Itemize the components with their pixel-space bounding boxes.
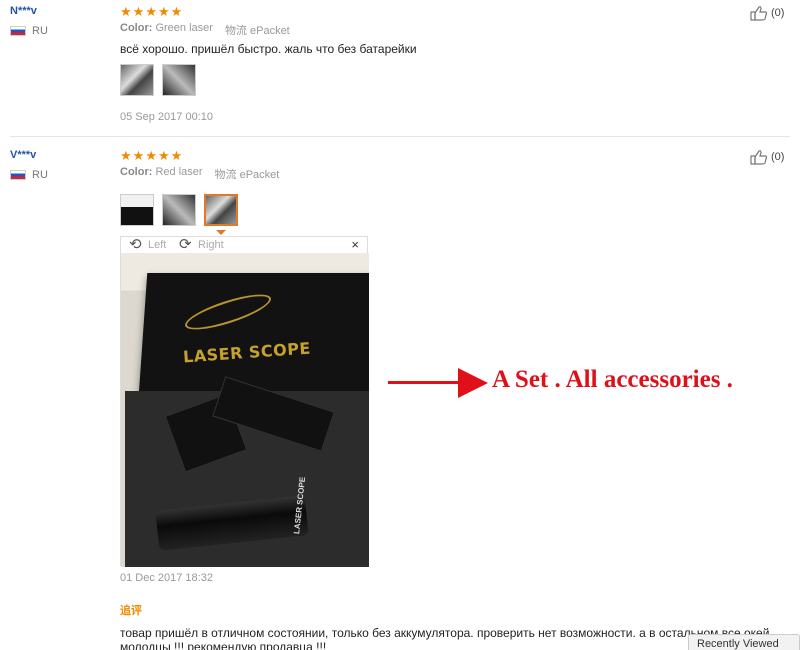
helpful-button[interactable]: (0) xyxy=(750,149,784,165)
order-info: Color: Green laser 物流 ePacket xyxy=(120,22,290,38)
rotate-right-button[interactable]: ⟳ Right xyxy=(179,237,224,253)
color-value: Red laser xyxy=(155,166,203,178)
rating-stars: ★ ★ ★ ★ ★ xyxy=(120,149,182,162)
country-code: RU xyxy=(32,169,48,181)
reviewer-name[interactable]: N***v xyxy=(10,5,37,17)
helpful-count: (0) xyxy=(771,151,785,163)
color-value: Green laser xyxy=(155,22,213,34)
rotate-left-icon: ⟲ xyxy=(129,236,142,253)
star-icon: ★ xyxy=(157,4,170,19)
close-icon[interactable]: × xyxy=(351,237,359,252)
annotation-text: A Set . All accessories . xyxy=(492,366,733,393)
review-photos xyxy=(120,64,196,96)
review-date: 05 Sep 2017 00:10 xyxy=(120,111,213,123)
rotate-right-icon: ⟳ xyxy=(179,236,192,253)
shipping-method: 物流 ePacket xyxy=(214,169,280,181)
thumbs-up-icon xyxy=(750,6,768,21)
viewer-toolbar: ⟲ Left ⟳ Right × xyxy=(121,237,367,253)
review-photo-large: LASER SCOPE LASER SCOPE xyxy=(121,253,369,567)
review-date: 01 Dec 2017 18:32 xyxy=(120,572,213,584)
additional-feedback-label: 追评 xyxy=(120,605,142,617)
review-text: всё хорошо. пришёл быстро. жаль что без … xyxy=(120,42,417,56)
star-icon: ★ xyxy=(120,148,132,163)
review-photo-thumbnail[interactable] xyxy=(120,64,154,96)
helpful-count: (0) xyxy=(771,7,785,19)
additional-feedback-text: молодцы !!! рекомендую продавца !!! xyxy=(120,640,327,650)
reviews-page: N***v RU ★ ★ ★ ★ ★ Color: Green laser 物流… xyxy=(0,0,800,650)
shipping-method: 物流 ePacket xyxy=(224,25,290,37)
star-icon: ★ xyxy=(132,148,145,163)
annotation-arrow-head xyxy=(458,368,488,398)
helpful-button[interactable]: (0) xyxy=(750,5,784,21)
color-label: Color: xyxy=(120,166,153,178)
rating-stars: ★ ★ ★ ★ ★ xyxy=(120,5,182,18)
russia-flag-icon xyxy=(10,26,26,36)
photo-box-lid xyxy=(138,273,369,395)
star-icon: ★ xyxy=(132,4,145,19)
review-photo-thumbnail[interactable] xyxy=(120,194,154,226)
star-icon: ★ xyxy=(170,4,183,19)
country-code: RU xyxy=(32,25,48,37)
review-photo-thumbnail[interactable] xyxy=(162,194,196,226)
reviewer-country: RU xyxy=(10,169,48,181)
star-icon: ★ xyxy=(120,4,132,19)
additional-feedback-text: товар пришёл в отличном состоянии, тольк… xyxy=(120,626,770,640)
russia-flag-icon xyxy=(10,170,26,180)
order-info: Color: Red laser 物流 ePacket xyxy=(120,166,279,182)
rotate-right-label: Right xyxy=(198,239,224,251)
color-label: Color: xyxy=(120,22,153,34)
review-photos xyxy=(120,194,238,226)
review-photo-thumbnail-selected[interactable] xyxy=(204,194,238,226)
selected-indicator xyxy=(216,230,226,235)
rotate-left-button[interactable]: ⟲ Left xyxy=(129,237,166,253)
star-icon: ★ xyxy=(157,148,170,163)
photo-viewer: ⟲ Left ⟳ Right × LASER SCOPE LASER SCOPE xyxy=(120,236,369,567)
review-photo-thumbnail[interactable] xyxy=(162,64,196,96)
recently-viewed-tab[interactable]: Recently Viewed xyxy=(688,634,800,650)
thumbs-up-icon xyxy=(750,150,768,165)
star-icon: ★ xyxy=(145,148,157,163)
reviewer-country: RU xyxy=(10,25,48,37)
star-icon: ★ xyxy=(145,4,157,19)
star-icon: ★ xyxy=(170,148,183,163)
reviewer-name[interactable]: V***v xyxy=(10,149,36,161)
annotation-arrow xyxy=(388,381,468,384)
review-divider xyxy=(10,136,790,137)
rotate-left-label: Left xyxy=(148,239,167,251)
